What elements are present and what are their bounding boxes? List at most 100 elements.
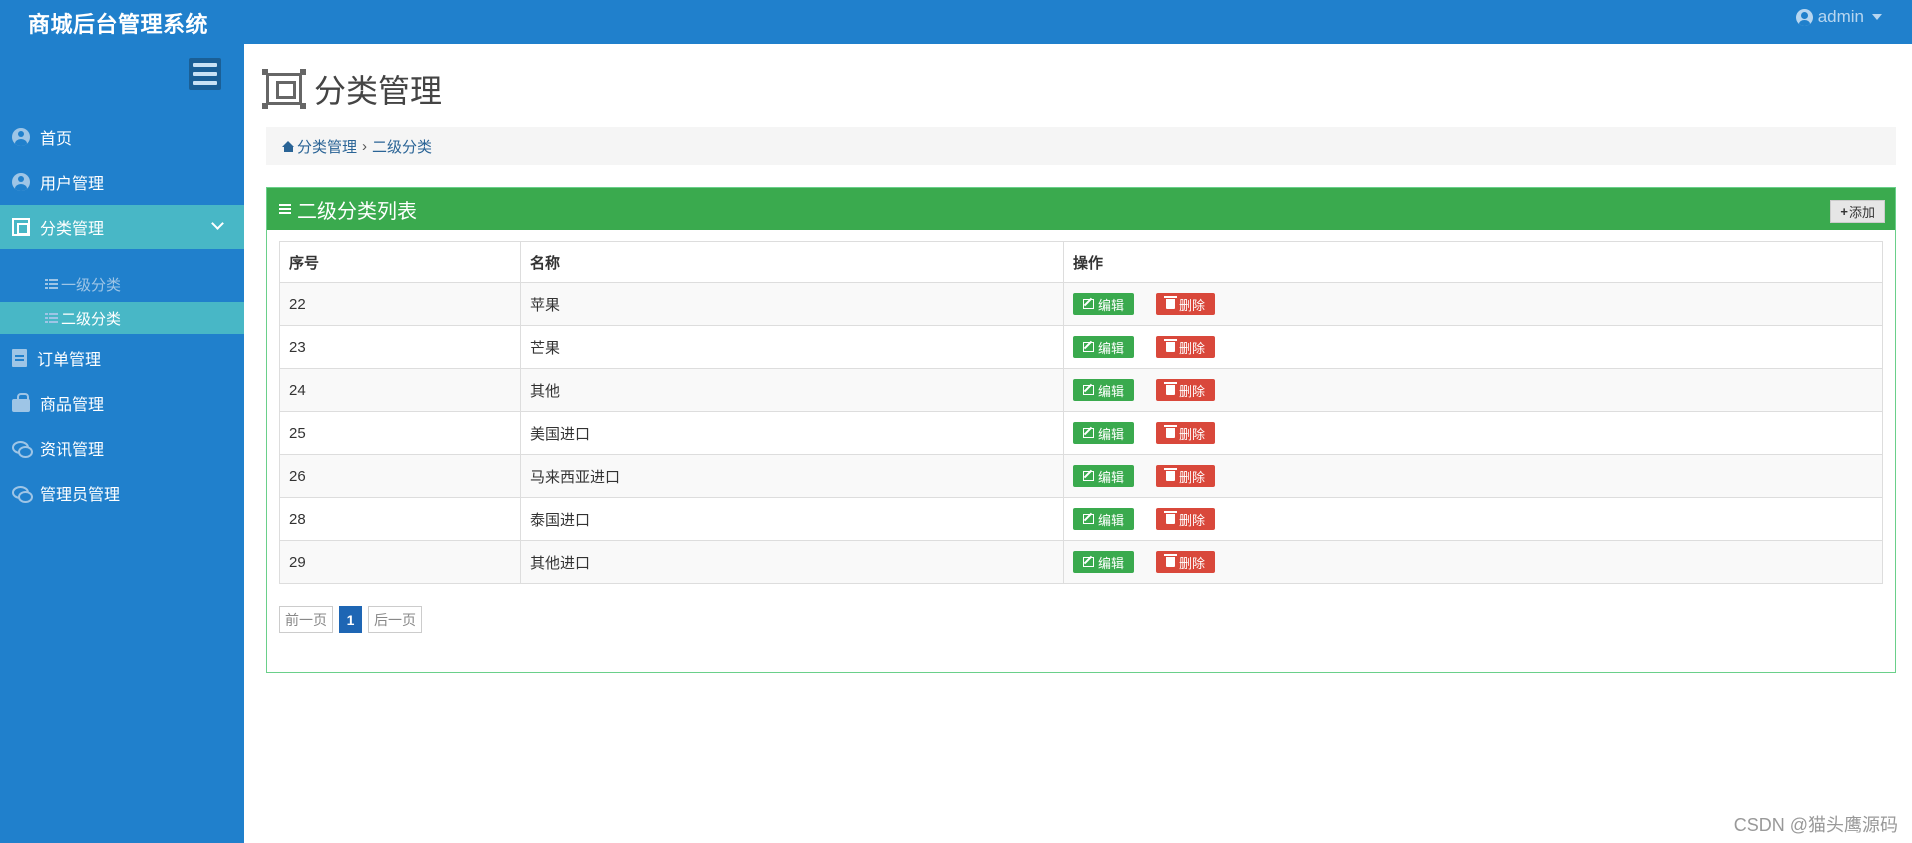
column-header-id: 序号: [279, 241, 521, 283]
sidebar-item-orders[interactable]: 订单管理: [0, 336, 244, 380]
delete-button-label: 删除: [1179, 512, 1206, 528]
edit-icon: [1083, 428, 1094, 438]
sidebar-item-label: 订单管理: [37, 352, 102, 369]
home-icon: [282, 140, 295, 152]
table-header-row: 序号 名称 操作: [279, 241, 1883, 283]
column-header-actions: 操作: [1063, 241, 1883, 283]
top-bar: 商城后台管理系统 admin: [0, 0, 1912, 44]
panel-title: 二级分类列表: [297, 200, 417, 223]
trash-icon: [1164, 339, 1178, 352]
sidebar-subitem-level1[interactable]: 一级分类: [0, 268, 244, 300]
cell-actions: 编辑 删除: [1063, 368, 1883, 412]
category-table: 序号 名称 操作 22 苹果 编辑 删除 23 芒果 编辑 删除 24 其他 编辑 删除 25 美国进口编…: [279, 241, 1883, 584]
cell-name: 泰国进口: [520, 497, 1064, 541]
app-title: 商城后台管理系统: [28, 12, 209, 37]
edit-button[interactable]: 编辑: [1073, 465, 1135, 487]
edit-button[interactable]: 编辑: [1073, 336, 1135, 358]
cell-id: 25: [279, 411, 521, 455]
trash-icon: [1164, 382, 1178, 395]
cell-name: 苹果: [520, 282, 1064, 326]
edit-button-label: 编辑: [1098, 383, 1125, 399]
edit-icon: [1083, 471, 1094, 481]
category-icon: [12, 218, 30, 236]
column-header-name: 名称: [520, 241, 1064, 283]
sidebar-item-label: 管理员管理: [40, 487, 121, 504]
cell-id: 23: [279, 325, 521, 369]
cell-actions: 编辑 删除: [1063, 282, 1883, 326]
edit-button[interactable]: 编辑: [1073, 422, 1135, 444]
delete-button-label: 删除: [1179, 426, 1206, 442]
trash-icon: [1164, 296, 1178, 309]
breadcrumb-current: 二级分类: [372, 138, 433, 156]
trash-icon: [1164, 554, 1178, 567]
edit-icon: [1083, 342, 1094, 352]
prev-page-button[interactable]: 前一页: [279, 606, 333, 633]
delete-button[interactable]: 删除: [1156, 379, 1216, 401]
sidebar-item-news[interactable]: 资讯管理: [0, 426, 244, 470]
delete-button[interactable]: 删除: [1156, 508, 1216, 530]
cell-actions: 编辑 删除: [1063, 325, 1883, 369]
edit-icon: [1083, 557, 1094, 567]
sidebar-item-products[interactable]: 商品管理: [0, 381, 244, 425]
delete-button[interactable]: 删除: [1156, 422, 1216, 444]
panel-header: 二级分类列表 + 添加: [267, 188, 1895, 230]
add-button[interactable]: + 添加: [1830, 200, 1885, 223]
sidebar-item-home[interactable]: 首页: [0, 115, 244, 159]
cell-name: 芒果: [520, 325, 1064, 369]
watermark: CSDN @猫头鹰源码: [1733, 815, 1898, 835]
edit-icon: [1083, 385, 1094, 395]
edit-button[interactable]: 编辑: [1073, 551, 1135, 573]
category-icon: [262, 69, 306, 109]
sidebar-item-label: 资讯管理: [40, 442, 105, 459]
next-page-button[interactable]: 后一页: [368, 606, 422, 633]
sidebar-item-users[interactable]: 用户管理: [0, 160, 244, 204]
table-row: 23 芒果 编辑 删除: [279, 325, 1883, 369]
menu-toggle-icon[interactable]: [189, 58, 221, 90]
sidebar-item-label: 首页: [40, 131, 73, 148]
user-name: admin: [1817, 7, 1864, 26]
user-circle-icon: [12, 173, 30, 191]
sidebar-item-label: 分类管理: [40, 221, 105, 238]
caret-down-icon: [1872, 14, 1882, 20]
edit-button-label: 编辑: [1098, 340, 1125, 356]
page-number-current[interactable]: 1: [339, 606, 362, 633]
sidebar-item-category[interactable]: 分类管理: [0, 205, 244, 249]
edit-icon: [1083, 514, 1094, 524]
edit-button[interactable]: 编辑: [1073, 379, 1135, 401]
cell-id: 26: [279, 454, 521, 498]
sidebar-item-label: 商品管理: [40, 397, 105, 414]
cell-actions: 编辑 删除: [1063, 540, 1883, 584]
delete-button-label: 删除: [1179, 383, 1206, 399]
table-row: 24 其他 编辑 删除: [279, 368, 1883, 412]
sidebar: 首页 用户管理 分类管理 一级分类 二级分类 订单管理 商品管理 资讯管理 管理…: [0, 44, 244, 843]
shopping-bag-icon: [12, 393, 30, 412]
trash-icon: [1164, 511, 1178, 524]
breadcrumb-parent-link[interactable]: 分类管理: [297, 136, 357, 157]
edit-button[interactable]: 编辑: [1073, 293, 1135, 315]
delete-button[interactable]: 删除: [1156, 551, 1216, 573]
sidebar-item-label: 用户管理: [40, 176, 105, 193]
user-menu[interactable]: admin: [1795, 7, 1882, 27]
edit-button[interactable]: 编辑: [1073, 508, 1135, 530]
edit-button-label: 编辑: [1098, 469, 1125, 485]
delete-button[interactable]: 删除: [1156, 336, 1216, 358]
sidebar-subitem-level2[interactable]: 二级分类: [0, 302, 244, 334]
cell-id: 28: [279, 497, 521, 541]
page-title: 分类管理: [314, 73, 443, 109]
edit-button-label: 编辑: [1098, 555, 1125, 571]
trash-icon: [1164, 468, 1178, 481]
list-icon: [45, 279, 58, 289]
user-circle-icon: [1795, 8, 1813, 26]
cell-actions: 编辑 删除: [1063, 497, 1883, 541]
cell-id: 29: [279, 540, 521, 584]
document-icon: [12, 349, 27, 367]
delete-button[interactable]: 删除: [1156, 465, 1216, 487]
table-row: 22 苹果 编辑 删除: [279, 282, 1883, 326]
delete-button[interactable]: 删除: [1156, 293, 1216, 315]
delete-button-label: 删除: [1179, 469, 1206, 485]
delete-button-label: 删除: [1179, 297, 1206, 313]
edit-button-label: 编辑: [1098, 512, 1125, 528]
page-header: 分类管理: [262, 66, 443, 112]
sidebar-item-admins[interactable]: 管理员管理: [0, 471, 244, 515]
cell-name: 美国进口: [520, 411, 1064, 455]
